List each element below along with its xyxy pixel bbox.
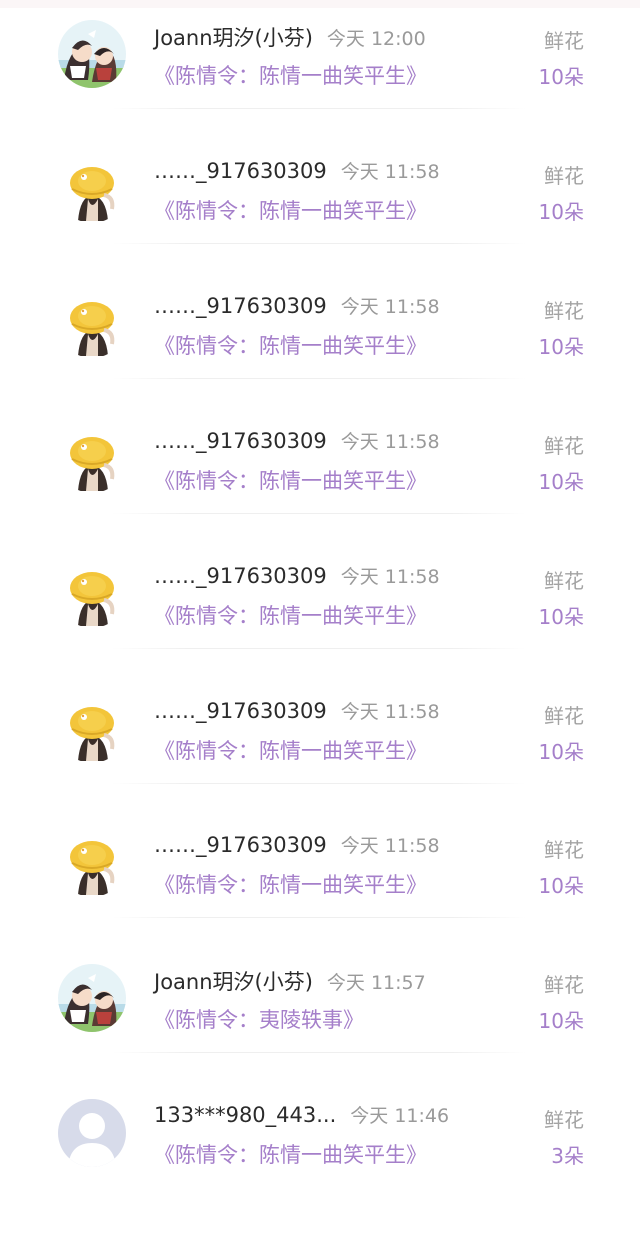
user-name[interactable]: Joann玥汐(小芬) bbox=[154, 26, 313, 50]
top-edge bbox=[0, 0, 640, 8]
gift-count: 10朵 bbox=[538, 470, 584, 494]
timestamp: 今天 11:58 bbox=[340, 296, 440, 318]
gift-count: 10朵 bbox=[538, 874, 584, 898]
name-line: ……_917630309 今天 11:58 bbox=[154, 292, 440, 319]
gift-type-label: 鲜花 bbox=[544, 434, 584, 458]
user-name[interactable]: ……_917630309 bbox=[154, 159, 327, 183]
name-line: Joann玥汐(小芬) 今天 12:00 bbox=[154, 22, 426, 52]
timestamp: 今天 11:58 bbox=[340, 701, 440, 723]
timestamp: 今天 11:58 bbox=[340, 835, 440, 857]
gift-type-label: 鲜花 bbox=[544, 838, 584, 862]
gift-type-label: 鲜花 bbox=[544, 704, 584, 728]
avatar[interactable] bbox=[58, 290, 126, 358]
avatar[interactable] bbox=[58, 695, 126, 763]
row-divider bbox=[112, 917, 526, 918]
avatar[interactable] bbox=[58, 560, 126, 628]
avatar[interactable] bbox=[58, 425, 126, 493]
avatar[interactable] bbox=[58, 829, 126, 897]
avatar[interactable] bbox=[58, 1099, 126, 1167]
gift-type-label: 鲜花 bbox=[544, 569, 584, 593]
book-title-link[interactable]: 《陈情令：陈情一曲笑平生》 bbox=[154, 735, 427, 765]
avatar[interactable] bbox=[58, 155, 126, 223]
row-divider bbox=[112, 1052, 526, 1053]
book-title-link[interactable]: 《陈情令：陈情一曲笑平生》 bbox=[154, 330, 427, 360]
row-divider bbox=[112, 243, 526, 244]
user-name[interactable]: ……_917630309 bbox=[154, 833, 327, 857]
timestamp: 今天 11:58 bbox=[340, 431, 440, 453]
book-title-link[interactable]: 《陈情令：陈情一曲笑平生》 bbox=[154, 465, 427, 495]
gift-type-label: 鲜花 bbox=[544, 299, 584, 323]
list-item[interactable]: Joann玥汐(小芬) 今天 11:57 《陈情令：夷陵轶事》 鲜花 10朵 bbox=[0, 964, 640, 1099]
avatar[interactable] bbox=[58, 20, 126, 88]
list-item[interactable]: ……_917630309 今天 11:58 《陈情令：陈情一曲笑平生》 鲜花 10朵 bbox=[0, 425, 640, 560]
timestamp: 今天 11:57 bbox=[326, 972, 426, 994]
user-name[interactable]: ……_917630309 bbox=[154, 294, 327, 318]
row-divider bbox=[112, 378, 526, 379]
timestamp: 今天 11:46 bbox=[350, 1105, 450, 1127]
name-line: ……_917630309 今天 11:58 bbox=[154, 562, 440, 589]
list-item[interactable]: ……_917630309 今天 11:58 《陈情令：陈情一曲笑平生》 鲜花 10朵 bbox=[0, 829, 640, 964]
name-line: ……_917630309 今天 11:58 bbox=[154, 697, 440, 724]
row-divider bbox=[112, 513, 526, 514]
row-divider bbox=[112, 648, 526, 649]
book-title-link[interactable]: 《陈情令：夷陵轶事》 bbox=[154, 1004, 364, 1034]
user-name[interactable]: Joann玥汐(小芬) bbox=[154, 970, 313, 994]
book-title-link[interactable]: 《陈情令：陈情一曲笑平生》 bbox=[154, 60, 427, 90]
list-item[interactable]: ……_917630309 今天 11:58 《陈情令：陈情一曲笑平生》 鲜花 10朵 bbox=[0, 155, 640, 290]
book-title-link[interactable]: 《陈情令：陈情一曲笑平生》 bbox=[154, 869, 427, 899]
name-line: ……_917630309 今天 11:58 bbox=[154, 157, 440, 184]
user-name[interactable]: ……_917630309 bbox=[154, 699, 327, 723]
gift-type-label: 鲜花 bbox=[544, 164, 584, 188]
gift-count: 10朵 bbox=[538, 200, 584, 224]
book-title-link[interactable]: 《陈情令：陈情一曲笑平生》 bbox=[154, 195, 427, 225]
row-divider bbox=[112, 783, 526, 784]
gift-count: 10朵 bbox=[538, 335, 584, 359]
user-name[interactable]: 133***980_443... bbox=[154, 1103, 336, 1127]
list-item[interactable]: ……_917630309 今天 11:58 《陈情令：陈情一曲笑平生》 鲜花 10朵 bbox=[0, 695, 640, 830]
avatar[interactable] bbox=[58, 964, 126, 1032]
name-line: 133***980_443... 今天 11:46 bbox=[154, 1101, 449, 1128]
list-item[interactable]: ……_917630309 今天 11:58 《陈情令：陈情一曲笑平生》 鲜花 10朵 bbox=[0, 560, 640, 695]
user-name[interactable]: ……_917630309 bbox=[154, 564, 327, 588]
gift-count: 10朵 bbox=[538, 740, 584, 764]
gift-count: 10朵 bbox=[538, 605, 584, 629]
timestamp: 今天 11:58 bbox=[340, 566, 440, 588]
timestamp: 今天 11:58 bbox=[340, 161, 440, 183]
list-item[interactable]: ……_917630309 今天 11:58 《陈情令：陈情一曲笑平生》 鲜花 10朵 bbox=[0, 290, 640, 425]
name-line: Joann玥汐(小芬) 今天 11:57 bbox=[154, 966, 426, 996]
timestamp: 今天 12:00 bbox=[326, 28, 426, 50]
gift-count: 10朵 bbox=[538, 65, 584, 89]
gift-type-label: 鲜花 bbox=[544, 29, 584, 53]
gift-type-label: 鲜花 bbox=[544, 1108, 584, 1132]
gift-type-label: 鲜花 bbox=[544, 973, 584, 997]
name-line: ……_917630309 今天 11:58 bbox=[154, 427, 440, 454]
list-item[interactable]: Joann玥汐(小芬) 今天 12:00 《陈情令：陈情一曲笑平生》 鲜花 10朵 bbox=[0, 20, 640, 155]
list-item[interactable]: 133***980_443... 今天 11:46 《陈情令：陈情一曲笑平生》 鲜花 3… bbox=[0, 1099, 640, 1234]
name-line: ……_917630309 今天 11:58 bbox=[154, 831, 440, 858]
user-name[interactable]: ……_917630309 bbox=[154, 429, 327, 453]
row-divider bbox=[112, 108, 526, 109]
gift-count: 10朵 bbox=[538, 1009, 584, 1033]
book-title-link[interactable]: 《陈情令：陈情一曲笑平生》 bbox=[154, 600, 427, 630]
